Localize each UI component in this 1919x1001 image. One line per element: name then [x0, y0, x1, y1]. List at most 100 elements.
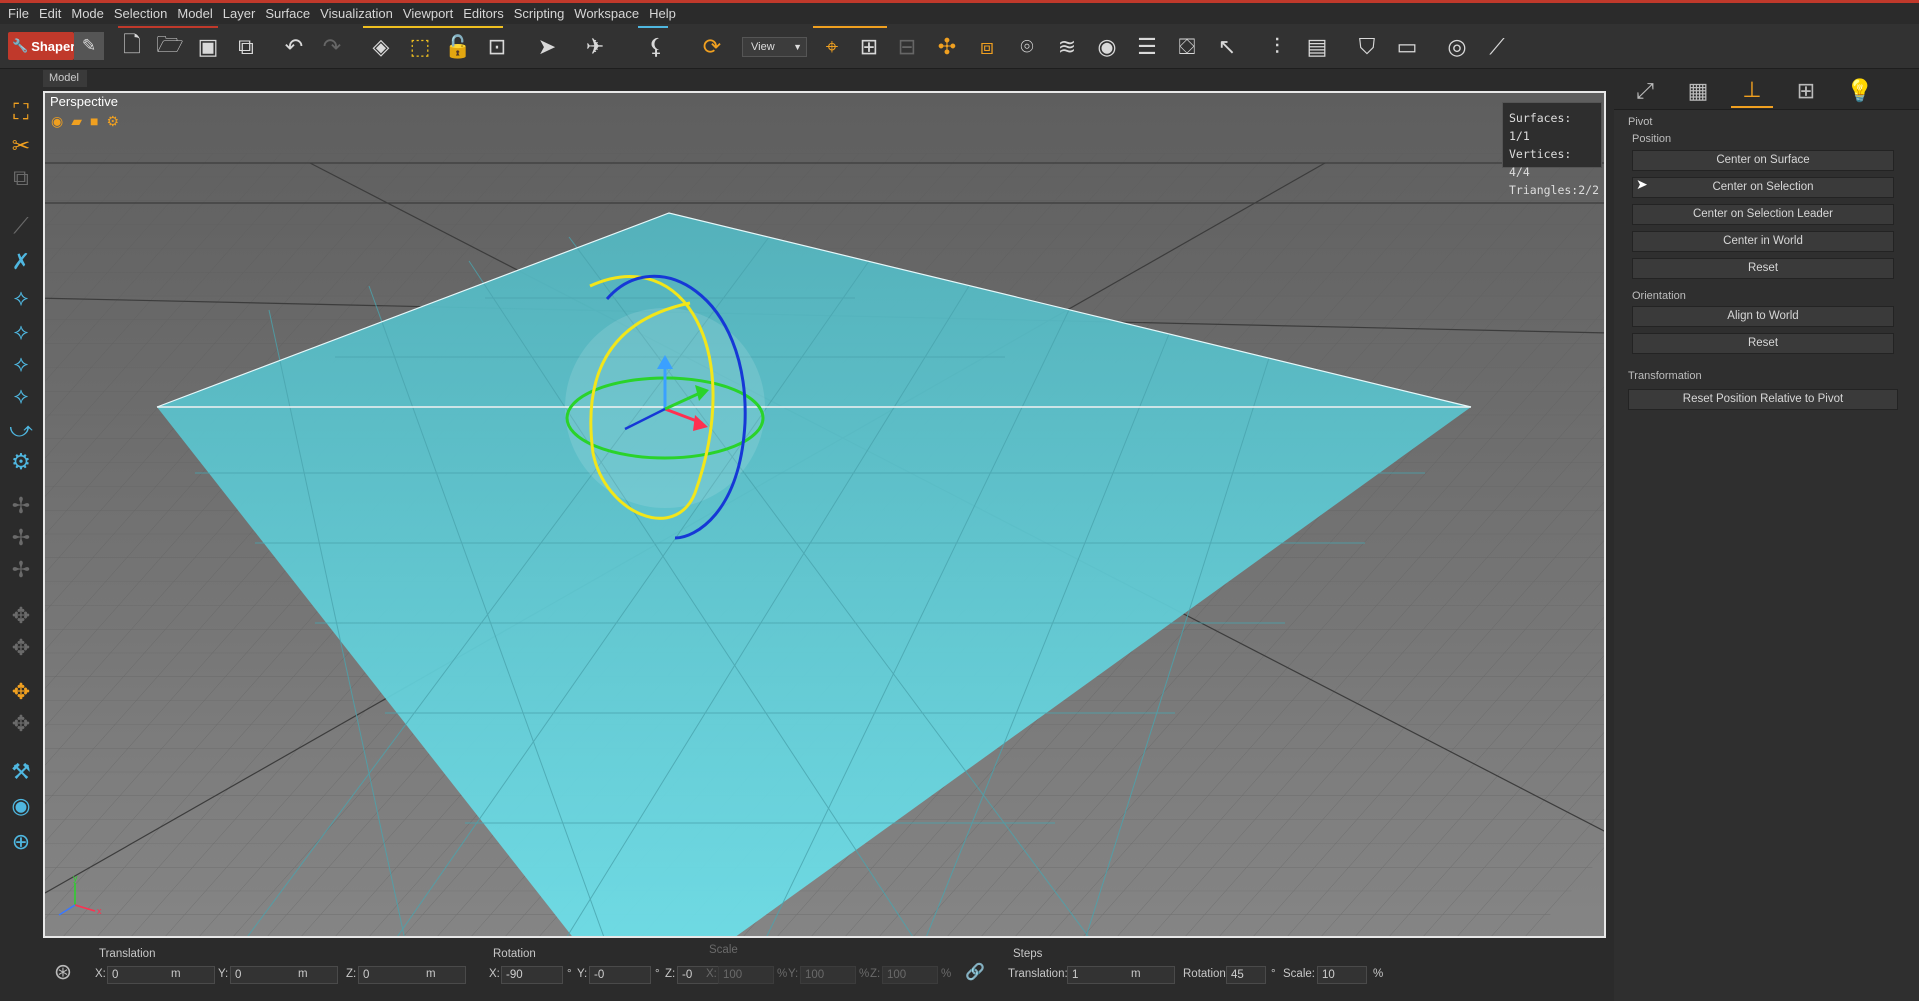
- bend-tool-icon[interactable]: ⤻: [5, 414, 37, 446]
- snap-icon[interactable]: ⚸: [639, 30, 673, 64]
- move-tool-icon[interactable]: ✥: [5, 600, 37, 632]
- center-on-selection-leader-button[interactable]: Center on Selection Leader: [1632, 204, 1894, 225]
- redo-icon[interactable]: ↷: [315, 30, 349, 64]
- tab-hierarchy-icon[interactable]: ⊞: [1785, 74, 1827, 108]
- render-icon[interactable]: ▤: [1300, 30, 1334, 64]
- save-icon[interactable]: ▣: [191, 30, 225, 64]
- snap-face-icon[interactable]: ✢: [5, 554, 37, 586]
- open-folder-icon[interactable]: 🗁: [153, 30, 187, 64]
- face-tool-icon[interactable]: ⟡: [5, 348, 37, 380]
- visibility-icon[interactable]: ◉: [5, 790, 37, 822]
- steps-scale-field[interactable]: 10: [1317, 966, 1367, 984]
- menu-workspace[interactable]: Workspace: [574, 6, 639, 21]
- menu-visualization[interactable]: Visualization: [320, 6, 393, 21]
- menu-layer[interactable]: Layer: [223, 6, 256, 21]
- ruler-icon[interactable]: ▭: [1390, 30, 1424, 64]
- center-in-world-button[interactable]: Center in World: [1632, 231, 1894, 252]
- copy-tool-icon[interactable]: ⧉: [5, 162, 37, 194]
- cube-icon[interactable]: ■: [90, 113, 98, 130]
- translation-z-field[interactable]: 0: [358, 966, 466, 984]
- menu-editors[interactable]: Editors: [463, 6, 503, 21]
- menu-surface[interactable]: Surface: [265, 6, 310, 21]
- save-as-icon[interactable]: ⧉: [229, 30, 263, 64]
- scale-tool-icon[interactable]: ✥: [5, 708, 37, 740]
- add-target-icon[interactable]: ⊕: [5, 826, 37, 858]
- target-icon[interactable]: ◎: [1440, 30, 1474, 64]
- reset-position-relative-button[interactable]: Reset Position Relative to Pivot: [1628, 389, 1898, 410]
- menu-file[interactable]: File: [8, 6, 29, 21]
- weld-tool-icon[interactable]: ⚙: [5, 446, 37, 478]
- axis-gizmo-icon[interactable]: ✣: [930, 30, 964, 64]
- paint-icon[interactable]: ⛋: [1170, 30, 1204, 64]
- draw-tool-icon[interactable]: ⟋: [5, 210, 37, 242]
- invert-selection-icon[interactable]: ⊡: [480, 30, 514, 64]
- shaper-tool-icon[interactable]: ✎: [74, 32, 104, 60]
- knife-tool-icon[interactable]: ✗: [5, 246, 37, 278]
- viewport-settings-icon[interactable]: ⚙: [106, 113, 119, 130]
- viewport-scene[interactable]: y x: [45, 93, 1606, 938]
- scale-z-field[interactable]: 100: [882, 966, 938, 984]
- translation-y-field[interactable]: 0: [230, 966, 338, 984]
- camera-icon[interactable]: ▰: [71, 113, 82, 130]
- menu-mode[interactable]: Mode: [71, 6, 104, 21]
- reset-position-button[interactable]: Reset: [1632, 258, 1894, 279]
- scale-y-field[interactable]: 100: [800, 966, 856, 984]
- shaper-mode-button[interactable]: 🔧 Shaper: [8, 32, 75, 60]
- hierarchy-icon[interactable]: ⊞: [852, 30, 886, 64]
- tab-light-icon[interactable]: 💡: [1839, 74, 1881, 108]
- settings-sliders-icon[interactable]: ⫶: [1260, 30, 1294, 64]
- center-on-selection-button[interactable]: Center on Selection: [1632, 177, 1894, 198]
- vertex-tool-icon[interactable]: ⟡: [5, 282, 37, 314]
- map-pin-icon[interactable]: ⌾: [1010, 30, 1044, 64]
- steps-rotation-field[interactable]: 45: [1226, 966, 1266, 984]
- model-tab[interactable]: Model: [43, 70, 87, 87]
- select-all-icon[interactable]: ◈: [364, 30, 398, 64]
- cut-tool-icon[interactable]: ✂: [5, 130, 37, 162]
- surface-tool-icon[interactable]: ⟡: [5, 380, 37, 412]
- scale-x-field[interactable]: 100: [718, 966, 774, 984]
- lock-icon[interactable]: 🔓: [441, 30, 475, 64]
- create-tool-icon[interactable]: ⛶: [5, 96, 37, 128]
- eye-icon[interactable]: ◉: [51, 113, 63, 130]
- rotation-y-field[interactable]: -0: [589, 966, 651, 984]
- graph-icon[interactable]: ⟋: [1480, 30, 1514, 64]
- world-transform-icon[interactable]: ⊛: [47, 956, 79, 988]
- layer-icon[interactable]: ⧈: [970, 30, 1004, 64]
- link-scale-icon[interactable]: 🔗: [959, 956, 991, 988]
- view-select[interactable]: View ▼: [742, 37, 807, 57]
- layers-icon[interactable]: ≋: [1050, 30, 1084, 64]
- rotate-tool-icon[interactable]: ✥: [5, 632, 37, 664]
- center-on-surface-button[interactable]: Center on Surface: [1632, 150, 1894, 171]
- perspective-viewport[interactable]: y x Perspective ◉ ▰ ■ ⚙ Surfaces: 1/1 Ve…: [43, 91, 1606, 938]
- menu-help[interactable]: Help: [649, 6, 676, 21]
- rotate-refresh-icon[interactable]: ⟳: [695, 30, 729, 64]
- translation-x-field[interactable]: 0: [107, 966, 215, 984]
- pivot-mode-icon[interactable]: ✥: [5, 676, 37, 708]
- menu-model[interactable]: Model: [177, 6, 212, 21]
- align-to-world-button[interactable]: Align to World: [1632, 306, 1894, 327]
- snap-edge-icon[interactable]: ✢: [5, 522, 37, 554]
- undo-icon[interactable]: ↶: [277, 30, 311, 64]
- tab-pivot-icon[interactable]: ⊥: [1731, 74, 1773, 108]
- snap-vertex-icon[interactable]: ✢: [5, 490, 37, 522]
- list-edit-icon[interactable]: ☰: [1130, 30, 1164, 64]
- reset-orientation-button[interactable]: Reset: [1632, 333, 1894, 354]
- new-file-icon[interactable]: 🗋: [115, 30, 149, 64]
- pointer-icon[interactable]: ➤: [530, 30, 564, 64]
- plane-icon[interactable]: ✈: [578, 30, 612, 64]
- menu-scripting[interactable]: Scripting: [514, 6, 565, 21]
- tool-settings-icon[interactable]: ⚒: [5, 756, 37, 788]
- menu-viewport[interactable]: Viewport: [403, 6, 453, 21]
- view-eye-icon[interactable]: ◉: [1090, 30, 1124, 64]
- tag-icon[interactable]: ⛉: [1350, 30, 1384, 64]
- rotation-x-field[interactable]: -90: [501, 966, 563, 984]
- menu-selection[interactable]: Selection: [114, 6, 167, 21]
- tab-material-icon[interactable]: ▦: [1677, 74, 1719, 108]
- edge-tool-icon[interactable]: ⟡: [5, 316, 37, 348]
- tab-transform-icon[interactable]: ⤢: [1624, 74, 1666, 108]
- menu-edit[interactable]: Edit: [39, 6, 61, 21]
- align-icon[interactable]: ⊟: [890, 30, 924, 64]
- select-box-icon[interactable]: ⬚: [403, 30, 437, 64]
- cursor-icon[interactable]: ↖: [1210, 30, 1244, 64]
- steps-translation-field[interactable]: 1: [1067, 966, 1175, 984]
